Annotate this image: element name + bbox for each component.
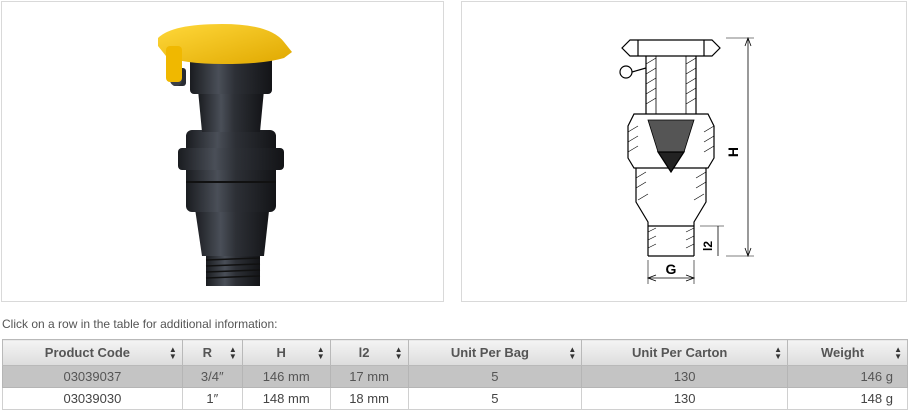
dimension-label-g: G (666, 261, 677, 277)
product-photo-panel (1, 1, 444, 302)
column-header-product-code[interactable]: Product Code ▲ ▼ (2, 339, 183, 366)
cell-r: 3/4″ (181, 365, 243, 388)
cell-weight: 146 g (787, 365, 908, 388)
dimension-label-l2: l2 (701, 241, 715, 251)
sort-icon: ▲ ▼ (568, 345, 577, 361)
column-header-r[interactable]: R ▲ ▼ (181, 339, 243, 366)
sort-icon: ▲ ▼ (774, 345, 783, 361)
sort-icon: ▲ ▼ (394, 345, 403, 361)
cell-l2: 18 mm (329, 387, 409, 410)
column-header-unit-per-carton[interactable]: Unit Per Carton ▲ ▼ (581, 339, 789, 366)
cell-product-code: 03039037 (2, 365, 183, 388)
cell-h: 148 mm (241, 387, 331, 410)
sort-icon: ▲ ▼ (316, 345, 325, 361)
sort-icon: ▲ ▼ (894, 345, 902, 361)
dimension-label-h: H (725, 147, 741, 157)
cell-unit-per-carton: 130 (581, 387, 789, 410)
sort-icon: ▲ ▼ (228, 345, 237, 361)
technical-drawing-panel: H l2 G (461, 1, 907, 302)
column-header-l2[interactable]: l2 ▲ ▼ (329, 339, 409, 366)
sort-icon: ▲ ▼ (168, 345, 177, 361)
cell-l2: 17 mm (329, 365, 409, 388)
table-header-row: Product Code ▲ ▼ R ▲ ▼ H ▲ ▼ l2 ▲ ▼ Unit Per Bag… (2, 339, 908, 366)
cell-unit-per-bag: 5 (407, 365, 583, 388)
technical-drawing: H l2 G (619, 36, 754, 284)
column-header-h[interactable]: H ▲ ▼ (241, 339, 331, 366)
product-photo (158, 24, 292, 286)
table-row[interactable]: 03039030 1″ 148 mm 18 mm 5 130 148 g (2, 387, 908, 410)
column-header-weight[interactable]: Weight ▲ ▼ (787, 339, 908, 366)
table-row[interactable]: 03039037 3/4″ 146 mm 17 mm 5 130 146 g (2, 365, 908, 388)
table-hint: Click on a row in the table for addition… (2, 317, 278, 331)
cell-r: 1″ (181, 387, 243, 410)
cell-unit-per-carton: 130 (581, 365, 789, 388)
cell-product-code: 03039030 (2, 387, 183, 410)
cell-h: 146 mm (241, 365, 331, 388)
column-header-unit-per-bag[interactable]: Unit Per Bag ▲ ▼ (407, 339, 583, 366)
product-spec-table: Product Code ▲ ▼ R ▲ ▼ H ▲ ▼ l2 ▲ ▼ Unit Per Bag… (2, 339, 908, 410)
cell-weight: 148 g (787, 387, 908, 410)
cell-unit-per-bag: 5 (407, 387, 583, 410)
